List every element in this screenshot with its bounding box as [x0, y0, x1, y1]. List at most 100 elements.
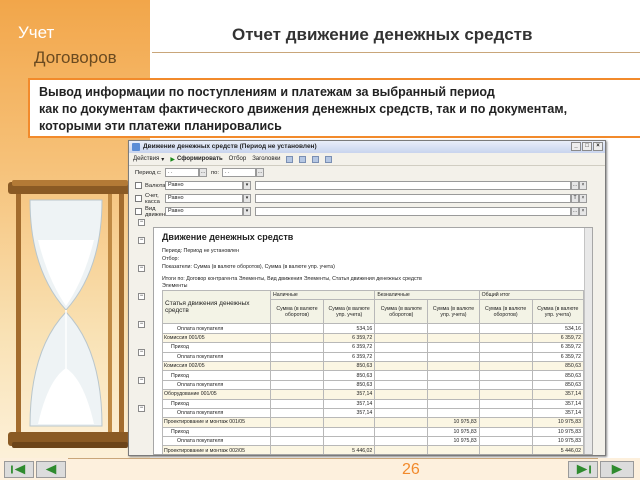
report-area[interactable]: Движение денежных средств Период: Период… [153, 227, 593, 455]
close-icon[interactable]: × [593, 142, 603, 151]
generate-button[interactable]: ▶ Сформировать [170, 156, 222, 163]
report-filter: Отбор: [162, 256, 179, 262]
cash-turnover-cell [269, 445, 325, 454]
noncash-mgmt-cell [427, 407, 480, 419]
period-from-input[interactable]: . . [165, 168, 199, 177]
headers-button[interactable]: Заголовки [252, 156, 280, 162]
col-sum-turnover: Сумма (в валюте оборотов) [269, 299, 325, 325]
currency-clear-button[interactable]: × [579, 181, 587, 190]
period-to-input[interactable]: . . [221, 168, 256, 177]
first-slide-button[interactable] [4, 461, 34, 478]
period-to-label: по: [211, 169, 219, 176]
selection-button[interactable]: Отбор [229, 156, 247, 162]
total-turnover-cell [478, 370, 533, 381]
collapse-icon[interactable]: − [138, 349, 145, 356]
table-row[interactable]: Проектирование и монтаж 001/05 10 975,83 1… [162, 417, 585, 428]
period-from-calendar[interactable]: … [199, 168, 207, 177]
table-row[interactable]: Оплата покупателя 10 975,83 10 975,83 [162, 436, 585, 447]
next-slide-button[interactable] [600, 461, 634, 478]
collapse-icon[interactable]: − [138, 219, 145, 226]
col-cash: Наличные [269, 289, 376, 301]
collapse-icon[interactable]: − [138, 265, 145, 272]
total-mgmt-cell: 6 359,72 [531, 332, 585, 344]
table-row[interactable]: Приход 357,14 357,14 [162, 398, 585, 409]
chevron-down-icon: ▾ [161, 156, 165, 163]
last-slide-button[interactable] [568, 461, 598, 478]
total-mgmt-cell: 534,16 [531, 323, 585, 334]
movement-clear-button[interactable]: × [579, 207, 587, 216]
table-row[interactable]: Оплата покупателя 357,14 357,14 [162, 407, 585, 419]
prev-slide-button[interactable] [36, 461, 66, 478]
report-period: Период: Период не установлен [162, 248, 239, 254]
cash-mgmt-cell: 357,14 [323, 389, 376, 400]
window-title: Движение денежных средств (Период не уст… [143, 143, 317, 150]
cash-turnover-cell [269, 323, 325, 334]
collapse-icon[interactable]: − [138, 321, 145, 328]
cash-turnover-cell [269, 379, 325, 391]
actions-menu[interactable]: Действия ▾ [133, 156, 164, 163]
noncash-mgmt-cell [427, 389, 480, 400]
table-row[interactable]: Приход 10 975,83 10 975,83 [162, 426, 585, 438]
report-window[interactable]: Движение денежных средств (Период не уст… [128, 140, 606, 456]
bottom-bar [0, 458, 640, 480]
noncash-turnover-cell [374, 426, 429, 438]
currency-select-button[interactable]: … [571, 181, 579, 190]
account-condition[interactable]: Равно [165, 194, 243, 203]
table-row[interactable]: Оборудование 001/05 357,14 357,14 [162, 389, 585, 400]
collapse-icon[interactable]: − [138, 293, 145, 300]
currency-checkbox[interactable] [135, 182, 142, 189]
minimize-icon[interactable]: _ [571, 142, 581, 151]
account-checkbox[interactable] [135, 195, 142, 202]
movement-value-input[interactable] [255, 207, 571, 216]
table-row[interactable]: Комиссия 002/05 850,63 850,63 [162, 360, 585, 372]
noncash-turnover-cell [374, 323, 429, 334]
cash-turnover-cell [269, 370, 325, 381]
currency-condition[interactable]: Равно [165, 181, 243, 190]
tree-gutter: − − − − − − − − [130, 207, 152, 455]
vertical-scrollbar[interactable] [584, 228, 592, 454]
account-condition-dropdown[interactable]: ▾ [243, 194, 251, 203]
collapse-icon[interactable]: − [138, 237, 145, 244]
article-cell: Оборудование 001/05 [162, 389, 271, 400]
currency-condition-dropdown[interactable]: ▾ [243, 181, 251, 190]
brand-line2: Договоров [34, 48, 117, 67]
cash-mgmt-cell: 357,14 [323, 407, 376, 419]
save-icon[interactable] [312, 155, 320, 163]
print-icon[interactable] [299, 155, 307, 163]
noncash-turnover-cell [374, 370, 429, 381]
table-row[interactable]: Оплата покупателя 850,63 850,63 [162, 379, 585, 391]
account-filter-row: Счет, касса Равно ▾ T × [129, 192, 605, 205]
table-row[interactable]: Приход 850,63 850,63 [162, 370, 585, 381]
help-icon[interactable] [325, 155, 333, 163]
window-titlebar[interactable]: Движение денежных средств (Период не уст… [129, 141, 605, 153]
account-clear-button[interactable]: × [579, 194, 587, 203]
account-value-input[interactable] [255, 194, 571, 203]
table-row[interactable]: Проектирование и монтаж 002/05 5 446,02 5 … [162, 445, 585, 454]
cash-turnover-cell [269, 426, 325, 438]
cash-turnover-cell [269, 351, 325, 362]
noncash-turnover-cell [374, 342, 429, 353]
collapse-icon[interactable]: − [138, 377, 145, 384]
collapse-icon[interactable]: − [138, 405, 145, 412]
account-type-button[interactable]: T [571, 194, 579, 203]
movement-condition[interactable]: Равно [165, 207, 243, 216]
table-row[interactable]: Оплата покупателя 534,16 534,16 [162, 323, 585, 334]
movement-condition-dropdown[interactable]: ▾ [243, 207, 251, 216]
report-indicators: Показатели: Сумма (в валюте оборотов), С… [162, 264, 335, 270]
period-to-calendar[interactable]: … [255, 168, 264, 177]
table-row[interactable]: Комиссия 001/05 6 359,72 6 359,72 [162, 332, 585, 344]
article-cell: Проектирование и монтаж 002/05 [162, 445, 271, 454]
report-title: Движение денежных средств [162, 232, 294, 242]
page-number: 26 [402, 461, 420, 478]
table-row[interactable]: Приход 6 359,72 6 359,72 [162, 342, 585, 353]
total-mgmt-cell: 357,14 [531, 389, 585, 400]
currency-value-input[interactable] [255, 181, 571, 190]
noncash-mgmt-cell [427, 351, 480, 362]
table-row[interactable]: Оплата покупателя 6 359,72 6 359,72 [162, 351, 585, 362]
cash-mgmt-cell: 357,14 [323, 398, 376, 409]
total-turnover-cell [478, 351, 533, 362]
maximize-icon[interactable]: □ [582, 142, 592, 151]
settings-icon[interactable] [286, 155, 294, 163]
movement-select-button[interactable]: … [571, 207, 579, 216]
noncash-turnover-cell [374, 445, 429, 454]
